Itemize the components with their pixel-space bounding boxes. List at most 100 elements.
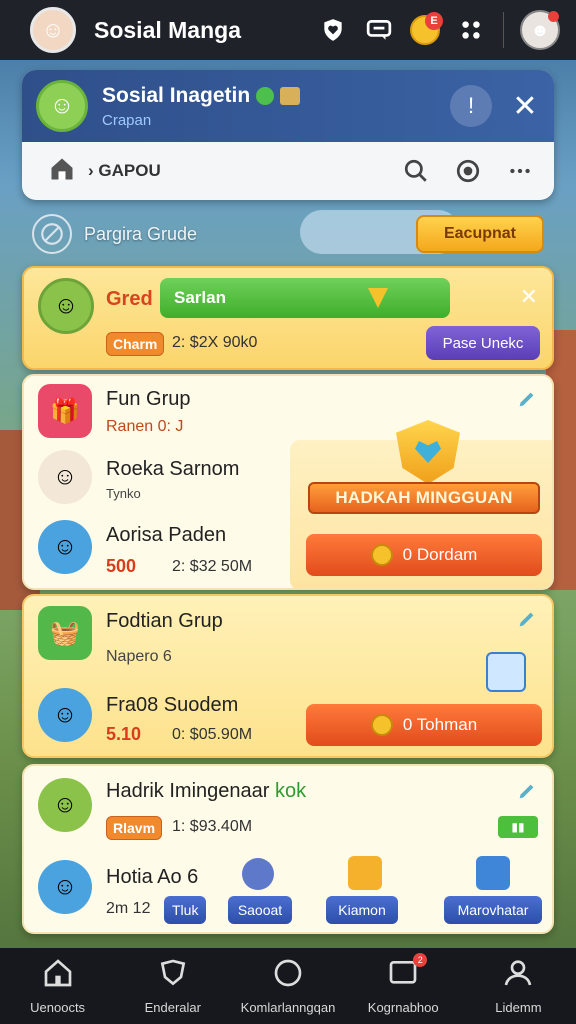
member-sub: 2m 12 — [106, 900, 151, 917]
gift-icon: 🎁 — [38, 384, 92, 438]
edit-icon[interactable] — [516, 608, 538, 630]
member-number: 5.10 — [106, 724, 142, 744]
no-filter-icon[interactable] — [32, 214, 72, 254]
star-box-icon — [348, 856, 382, 890]
member-name: Fra08 Suodem — [106, 694, 239, 716]
bottom-nav: Uenoocts Enderalar Komlarlanngqan 2 Kogr… — [0, 948, 576, 1024]
profile-icon — [502, 957, 534, 994]
member-avatar[interactable]: ☺ — [38, 778, 92, 832]
bowl-icon — [242, 858, 274, 890]
nav-label: Komlarlanngqan — [240, 1000, 336, 1015]
group-subtitle: Ranen 0: J — [106, 418, 184, 435]
member-name: Hotia Ao 6 — [106, 866, 198, 889]
status-dot — [548, 11, 559, 22]
edit-icon[interactable] — [516, 780, 538, 802]
group-card-hadrik: ☺ Hadrik Imingenaar kok Rlavm 1: $93.40M… — [22, 764, 554, 934]
app-avatar[interactable]: ☺ — [30, 7, 76, 53]
dropdown-icon — [368, 288, 388, 308]
user-avatar[interactable]: ☻ — [520, 10, 560, 50]
coin-icon — [370, 714, 393, 736]
group-title: Fodtian Grup — [106, 610, 223, 632]
filter-row: Pargira Grude Eacupnat — [32, 212, 544, 256]
breadcrumb-separator: › — [88, 161, 94, 180]
app-title: Sosial Manga — [94, 16, 241, 43]
nav-label: Uenoocts — [30, 1000, 86, 1015]
action-button[interactable]: 0 Tohman — [306, 704, 542, 746]
cube-icon — [476, 856, 510, 890]
member-number: 500 — [106, 556, 137, 576]
featured-avatar[interactable]: ☺ — [38, 278, 94, 334]
target-icon[interactable] — [452, 155, 484, 187]
tag-button[interactable]: Kiamon — [326, 896, 398, 924]
group-header-card: ☺ Sosial Inagetin Crapan ! ✕ › GAPOU — [22, 70, 554, 200]
member-avatar[interactable]: ☺ — [38, 520, 92, 574]
featured-name: Gred — [106, 288, 153, 310]
nav-item-profile[interactable]: Lidemm — [461, 948, 576, 1024]
group-title-accent: kok — [274, 780, 307, 802]
member-name: Aorisa Paden — [106, 524, 227, 546]
tag-button[interactable]: Tluk — [164, 896, 207, 924]
featured-card: ☺ Gred Sarlan ✕ Charm 2: $2X 90k0 Pase U… — [22, 266, 554, 370]
shield-heart-icon — [396, 420, 460, 484]
verified-icon — [256, 86, 275, 105]
notification-badge: 2 — [413, 953, 428, 967]
nav-label: Kogrnabhoo — [367, 1000, 439, 1015]
group-avatar[interactable]: ☺ — [36, 80, 88, 132]
group-card-fun: 🎁 Fun Grup Ranen 0: J ☺ Roeka Sarnom Tyn… — [22, 374, 554, 590]
nav-item-circle[interactable]: Komlarlanngqan — [230, 948, 345, 1024]
home-icon — [42, 957, 74, 994]
shield-icon — [157, 957, 189, 994]
divider — [503, 12, 504, 48]
close-button[interactable]: ✕ — [510, 89, 540, 124]
member-stat: 0: $05.90M — [172, 726, 253, 743]
info-button[interactable]: ! — [450, 85, 492, 127]
coins-icon[interactable]: E — [407, 12, 443, 48]
nav-label: Lidemm — [495, 1000, 542, 1015]
group-subtitle: Crapan — [102, 111, 152, 129]
tag-button[interactable]: Saooat — [228, 896, 292, 924]
search-icon[interactable] — [400, 155, 432, 187]
breadcrumb[interactable]: › GAPOU — [88, 161, 380, 181]
nav-item-home[interactable]: Uenoocts — [0, 948, 115, 1024]
featured-chip: Charm — [106, 332, 165, 356]
group-stat: 1: $93.40M — [172, 818, 253, 835]
group-name: Sosial Inagetin — [102, 83, 251, 107]
promo-banner: HADKAH MINGGUAN — [308, 482, 540, 514]
basket-icon: 🧺 — [38, 606, 92, 660]
nav-item-messages[interactable]: 2 Kogrnabhoo — [346, 948, 461, 1024]
coin-icon — [370, 544, 393, 566]
status-button[interactable]: ▮▮ — [498, 816, 538, 838]
circle-icon — [272, 957, 304, 994]
member-tag: Ao 6 — [157, 866, 199, 888]
weekly-promo: HADKAH MINGGUAN 0 Dordam — [290, 420, 552, 588]
group-card-fodtian: 🧺 Fodtian Grup Napero 6 ☺ Fra08 Suodem 5… — [22, 594, 554, 758]
featured-bar-label: Sarlan — [174, 288, 226, 307]
nav-label: Enderalar — [144, 1000, 201, 1015]
featured-bar[interactable]: Sarlan — [160, 278, 450, 318]
filter-label: Pargira Grude — [84, 223, 198, 244]
featured-action-button[interactable]: Pase Unekc — [426, 326, 540, 360]
chat-icon[interactable] — [361, 12, 397, 48]
member-avatar[interactable]: ☺ — [38, 450, 92, 504]
filter-button[interactable]: Eacupnat — [416, 215, 544, 253]
more-icon[interactable] — [504, 155, 536, 187]
edit-icon[interactable] — [516, 388, 538, 410]
featured-stat: 2: $2X 90k0 — [172, 334, 258, 351]
promo-button[interactable]: 0 Dordam — [306, 534, 542, 576]
member-avatar[interactable]: ☺ — [38, 860, 92, 914]
close-icon[interactable]: ✕ — [520, 284, 538, 310]
member-sub: Tynko — [106, 486, 141, 501]
member-name-text: Hotia — [106, 866, 153, 888]
action-button-label: 0 Tohman — [402, 715, 478, 734]
breadcrumb-label: GAPOU — [98, 161, 161, 180]
tag-button[interactable]: Marovhatar — [444, 896, 542, 924]
member-name: Roeka Sarnom — [106, 458, 240, 480]
home-icon[interactable] — [48, 155, 76, 188]
group-title-text: Hadrik Imingenaar — [106, 780, 270, 802]
grid-icon[interactable] — [453, 12, 489, 48]
promo-button-label: 0 Dordam — [402, 545, 478, 564]
message-icon: 2 — [387, 953, 428, 994]
nav-item-shield[interactable]: Enderalar — [115, 948, 230, 1024]
member-avatar[interactable]: ☺ — [38, 688, 92, 742]
heart-shield-icon[interactable] — [315, 12, 351, 48]
